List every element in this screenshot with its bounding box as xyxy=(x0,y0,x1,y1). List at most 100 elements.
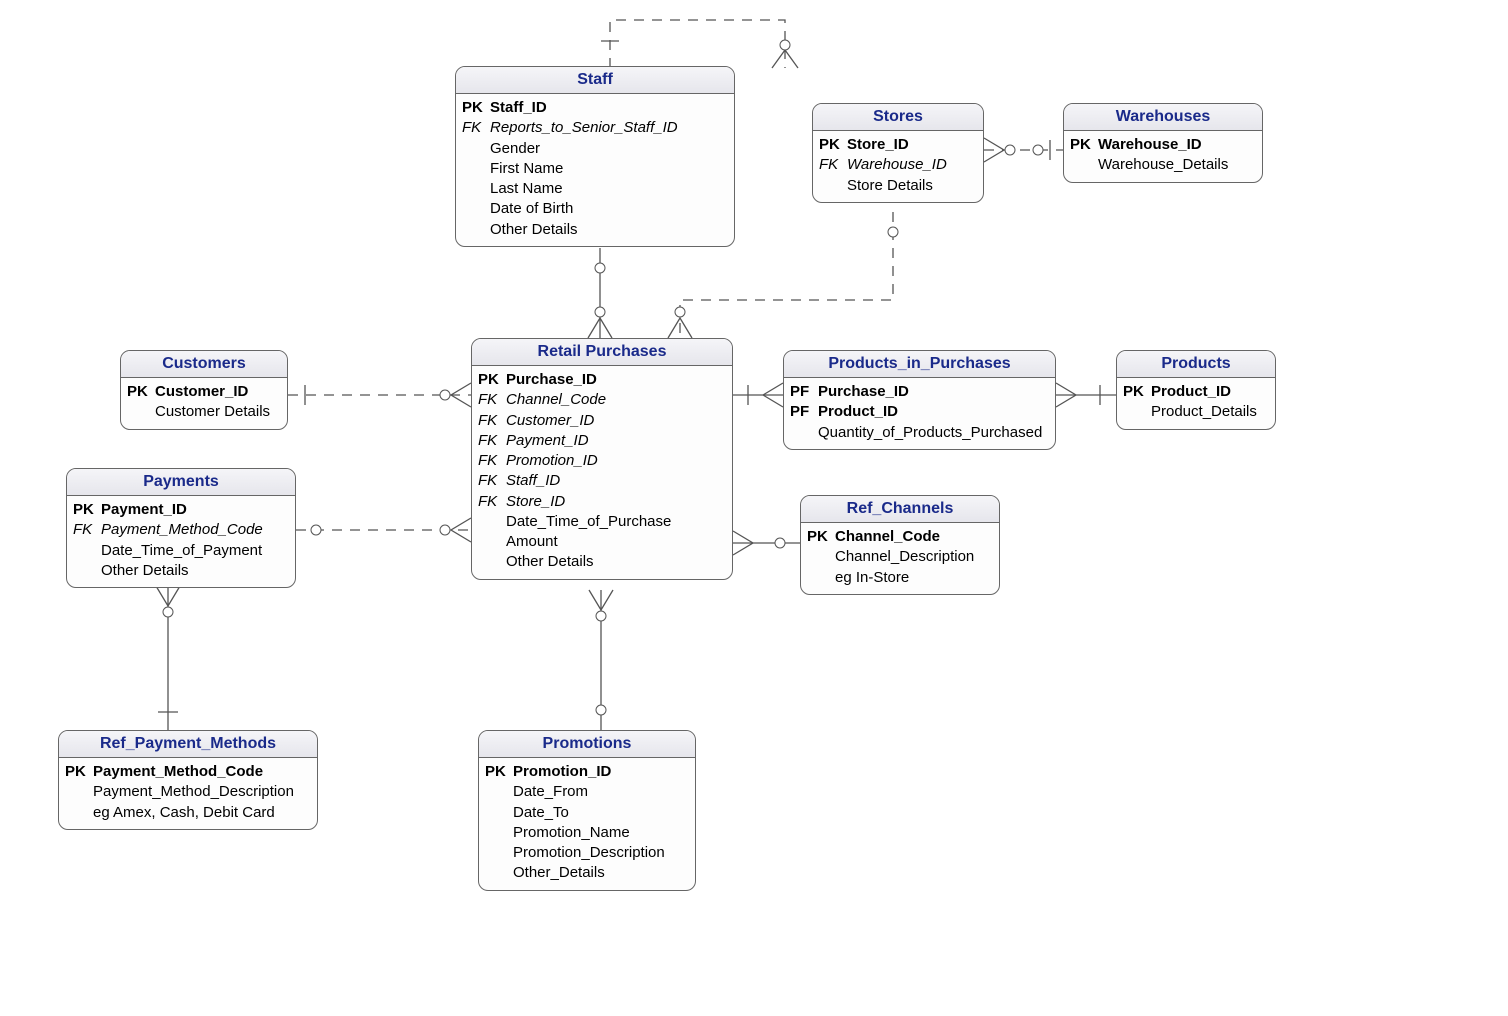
entity-attrs-staff: PKStaff_IDFKReports_to_Senior_Staff_IDGe… xyxy=(456,94,734,246)
attr-name: Other_Details xyxy=(513,863,605,883)
attr-key: PK xyxy=(127,382,155,402)
attr-name: Date_From xyxy=(513,782,588,802)
entity-warehouses: Warehouses PKWarehouse_IDWarehouse_Detai… xyxy=(1063,103,1263,183)
attr-row: PKProduct_ID xyxy=(1123,382,1269,402)
attr-key: FK xyxy=(462,118,490,138)
attr-row: Date_Time_of_Purchase xyxy=(478,512,726,532)
attr-row: Payment_Method_Description xyxy=(65,782,311,802)
entity-payments: Payments PKPayment_IDFKPayment_Method_Co… xyxy=(66,468,296,588)
attr-name: Date_To xyxy=(513,803,569,823)
attr-row: PKPurchase_ID xyxy=(478,370,726,390)
attr-key: PK xyxy=(807,527,835,547)
entity-attrs-customers: PKCustomer_IDCustomer Details xyxy=(121,378,287,429)
attr-key: PK xyxy=(73,500,101,520)
attr-name: Store Details xyxy=(847,176,933,196)
attr-name: Last Name xyxy=(490,179,563,199)
attr-name: Date_Time_of_Purchase xyxy=(506,512,671,532)
attr-row: Date_From xyxy=(485,782,689,802)
attr-row: Last Name xyxy=(462,179,728,199)
attr-row: Warehouse_Details xyxy=(1070,155,1256,175)
attr-row: PFPurchase_ID xyxy=(790,382,1049,402)
attr-name: Date of Birth xyxy=(490,199,573,219)
entity-attrs-ref_channels: PKChannel_CodeChannel_Descriptioneg In-S… xyxy=(801,523,999,594)
attr-name: Warehouse_ID xyxy=(1098,135,1202,155)
attr-name: Payment_Method_Code xyxy=(101,520,263,540)
attr-row: PKWarehouse_ID xyxy=(1070,135,1256,155)
attr-name: Payment_ID xyxy=(506,431,589,451)
entity-retail-purchases: Retail Purchases PKPurchase_IDFKChannel_… xyxy=(471,338,733,580)
entity-title: Payments xyxy=(67,469,295,496)
attr-name: First Name xyxy=(490,159,563,179)
attr-name: Channel_Code xyxy=(835,527,940,547)
attr-name: Reports_to_Senior_Staff_ID xyxy=(490,118,678,138)
entity-promotions: Promotions PKPromotion_IDDate_FromDate_T… xyxy=(478,730,696,891)
attr-key: PK xyxy=(1123,382,1151,402)
attr-row: FKPromotion_ID xyxy=(478,451,726,471)
attr-key: PK xyxy=(462,98,490,118)
attr-name: Store_ID xyxy=(506,492,565,512)
attr-name: Product_ID xyxy=(1151,382,1231,402)
attr-name: Staff_ID xyxy=(490,98,547,118)
attr-name: Promotion_Description xyxy=(513,843,665,863)
attr-name: Purchase_ID xyxy=(506,370,597,390)
attr-name: Warehouse_Details xyxy=(1098,155,1228,175)
entity-title: Customers xyxy=(121,351,287,378)
attr-key: FK xyxy=(478,431,506,451)
attr-row: Date_To xyxy=(485,803,689,823)
attr-row: Date of Birth xyxy=(462,199,728,219)
attr-name: Payment_Method_Code xyxy=(93,762,263,782)
attr-row: eg In-Store xyxy=(807,568,993,588)
entity-title: Retail Purchases xyxy=(472,339,732,366)
attr-row: Channel_Description xyxy=(807,547,993,567)
attr-key: PF xyxy=(790,382,818,402)
attr-name: Promotion_Name xyxy=(513,823,630,843)
attr-row: Product_Details xyxy=(1123,402,1269,422)
attr-row: Other_Details xyxy=(485,863,689,883)
attr-key: FK xyxy=(73,520,101,540)
attr-name: Customer Details xyxy=(155,402,270,422)
entity-title: Stores xyxy=(813,104,983,131)
attr-name: Payment_Method_Description xyxy=(93,782,294,802)
attr-name: Quantity_of_Products_Purchased xyxy=(818,423,1042,443)
entity-attrs-products: PKProduct_IDProduct_Details xyxy=(1117,378,1275,429)
attr-name: Payment_ID xyxy=(101,500,187,520)
entity-products-in-purchases: Products_in_Purchases PFPurchase_IDPFPro… xyxy=(783,350,1056,450)
attr-row: FKPayment_Method_Code xyxy=(73,520,289,540)
entity-title: Ref_Payment_Methods xyxy=(59,731,317,758)
attr-name: Channel_Code xyxy=(506,390,606,410)
attr-key: PF xyxy=(790,402,818,422)
attr-key: FK xyxy=(478,390,506,410)
attr-name: Staff_ID xyxy=(506,471,560,491)
entity-title: Ref_Channels xyxy=(801,496,999,523)
attr-key: FK xyxy=(478,451,506,471)
attr-name: Product_ID xyxy=(818,402,898,422)
entity-title: Warehouses xyxy=(1064,104,1262,131)
attr-row: FKReports_to_Senior_Staff_ID xyxy=(462,118,728,138)
attr-row: Customer Details xyxy=(127,402,281,422)
entity-attrs-ref_payment_methods: PKPayment_Method_CodePayment_Method_Desc… xyxy=(59,758,317,829)
attr-row: Other Details xyxy=(478,552,726,572)
attr-row: Other Details xyxy=(73,561,289,581)
entity-title: Products_in_Purchases xyxy=(784,351,1055,378)
attr-row: FKCustomer_ID xyxy=(478,411,726,431)
attr-row: Store Details xyxy=(819,176,977,196)
entity-customers: Customers PKCustomer_IDCustomer Details xyxy=(120,350,288,430)
attr-name: Purchase_ID xyxy=(818,382,909,402)
attr-row: eg Amex, Cash, Debit Card xyxy=(65,803,311,823)
entity-title: Staff xyxy=(456,67,734,94)
attr-row: PKPayment_ID xyxy=(73,500,289,520)
attr-name: Other Details xyxy=(506,552,594,572)
attr-row: PFProduct_ID xyxy=(790,402,1049,422)
attr-name: Promotion_ID xyxy=(513,762,611,782)
attr-row: PKStaff_ID xyxy=(462,98,728,118)
attr-name: Promotion_ID xyxy=(506,451,598,471)
attr-key: PK xyxy=(1070,135,1098,155)
attr-name: Store_ID xyxy=(847,135,909,155)
entity-title: Promotions xyxy=(479,731,695,758)
attr-name: Gender xyxy=(490,139,540,159)
attr-name: Other Details xyxy=(101,561,189,581)
attr-row: FKStaff_ID xyxy=(478,471,726,491)
attr-name: Customer_ID xyxy=(506,411,594,431)
entity-attrs-promotions: PKPromotion_IDDate_FromDate_ToPromotion_… xyxy=(479,758,695,890)
attr-key: FK xyxy=(478,471,506,491)
